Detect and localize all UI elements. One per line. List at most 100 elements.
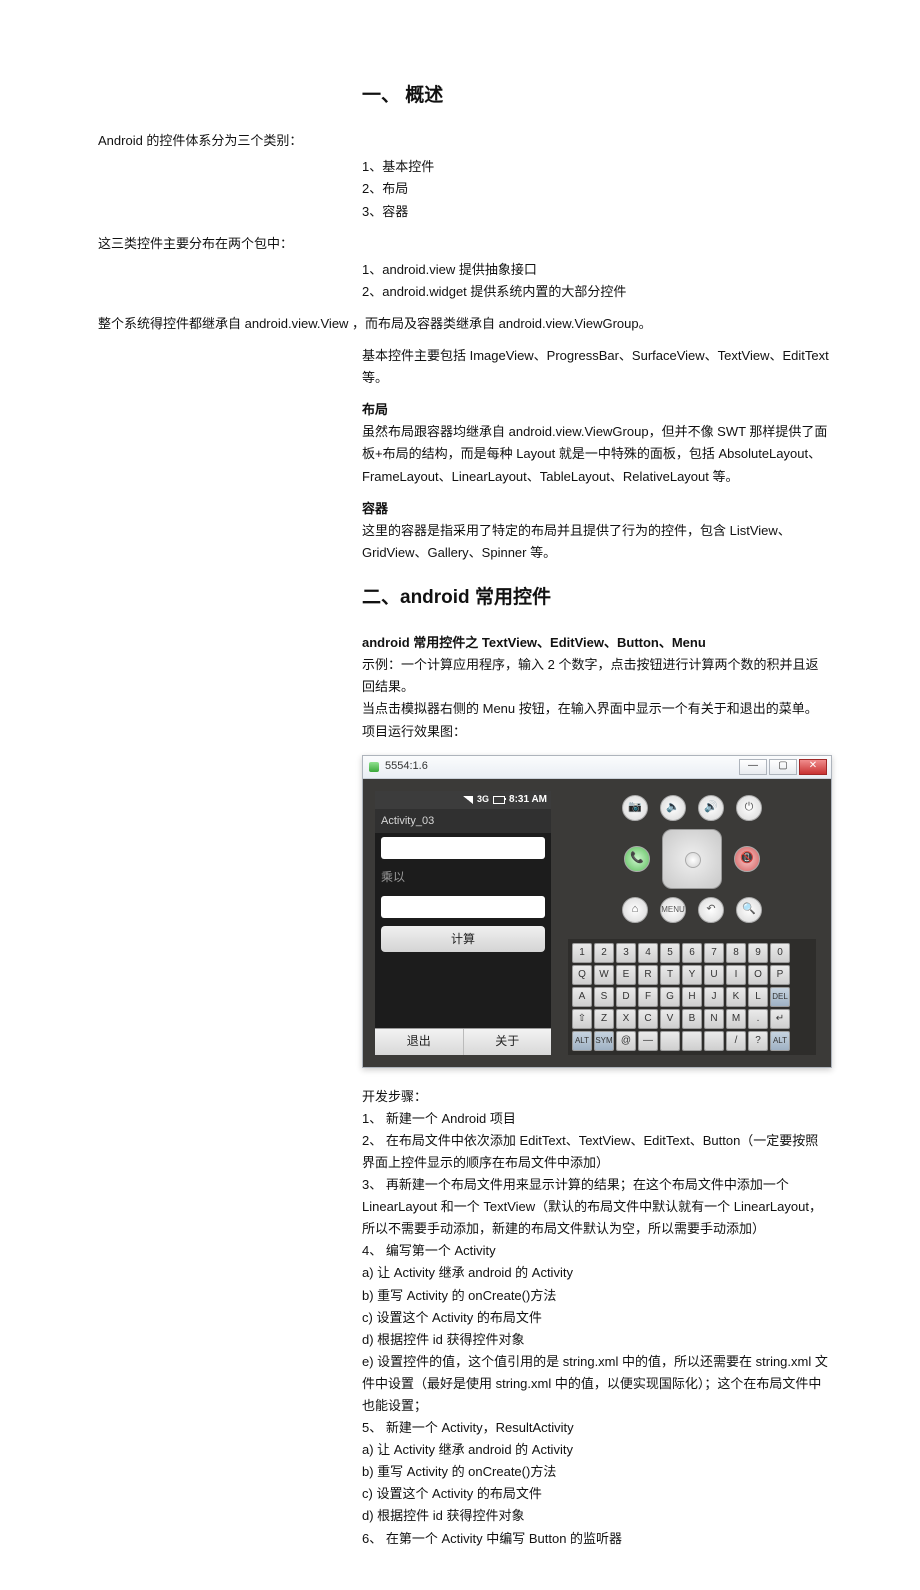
keyboard-key[interactable]: D (616, 987, 636, 1007)
keyboard-key[interactable]: ALT (770, 1031, 790, 1051)
android-icon (369, 762, 379, 772)
signal-icon (463, 796, 473, 804)
dev-step: a) 让 Activity 继承 android 的 Activity (362, 1439, 830, 1461)
keyboard-key[interactable] (704, 1031, 724, 1051)
status-time: 8:31 AM (509, 791, 547, 808)
keyboard-key[interactable] (682, 1031, 702, 1051)
section2-title: 二、android 常用控件 (362, 582, 830, 614)
keyboard-key[interactable]: R (638, 965, 658, 985)
maximize-button[interactable]: ▢ (769, 759, 797, 775)
keyboard-key[interactable]: G (660, 987, 680, 1007)
keyboard-key[interactable]: J (704, 987, 724, 1007)
power-button[interactable]: ⏻ (736, 795, 762, 821)
keyboard-key[interactable]: P (770, 965, 790, 985)
hardware-keyboard: 1234567890 QWERTYUIOP ASDFGHJKLDEL ⇧ZXCVBNM… (568, 939, 816, 1055)
package-1: 1、android.view 提供抽象接口 (362, 259, 830, 281)
keyboard-key[interactable]: SYM (594, 1031, 614, 1051)
dev-steps-title: 开发步骤： (362, 1086, 830, 1108)
vol-up-button[interactable]: 🔊 (698, 795, 724, 821)
keyboard-key[interactable] (660, 1031, 680, 1051)
category-1: 1、基本控件 (362, 156, 830, 178)
dpad[interactable] (662, 829, 722, 889)
keyboard-key[interactable]: 1 (572, 943, 592, 963)
category-3: 3、容器 (362, 201, 830, 223)
category-2: 2、布局 (362, 178, 830, 200)
keyboard-key[interactable]: E (616, 965, 636, 985)
keyboard-key[interactable]: 6 (682, 943, 702, 963)
section2-subtitle: android 常用控件之 TextView、EditView、Button、M… (362, 632, 830, 654)
packages-intro: 这三类控件主要分布在两个包中： (98, 233, 830, 255)
input-number-2[interactable] (381, 896, 545, 918)
close-button[interactable]: ✕ (799, 759, 827, 775)
keyboard-key[interactable]: Q (572, 965, 592, 985)
input-number-1[interactable] (381, 837, 545, 859)
keyboard-key[interactable]: 5 (660, 943, 680, 963)
minimize-button[interactable]: — (739, 759, 767, 775)
keyboard-key[interactable]: 9 (748, 943, 768, 963)
keyboard-key[interactable]: 0 (770, 943, 790, 963)
keyboard-key[interactable]: O (748, 965, 768, 985)
call-button[interactable]: 📞 (624, 846, 650, 872)
search-button[interactable]: 🔍 (736, 897, 762, 923)
menu-about-button[interactable]: 关于 (464, 1029, 552, 1055)
keyboard-key[interactable]: Z (594, 1009, 614, 1029)
keyboard-key[interactable]: X (616, 1009, 636, 1029)
keyboard-key[interactable]: ? (748, 1031, 768, 1051)
keyboard-key[interactable]: K (726, 987, 746, 1007)
keyboard-key[interactable]: — (638, 1031, 658, 1051)
example-line3: 项目运行效果图： (362, 721, 830, 743)
keyboard-key[interactable]: W (594, 965, 614, 985)
inherit-text: 整个系统得控件都继承自 android.view.View ，而布局及容器类继承… (98, 313, 830, 335)
keyboard-key[interactable]: A (572, 987, 592, 1007)
keyboard-key[interactable]: B (682, 1009, 702, 1029)
keyboard-key[interactable]: ALT (572, 1031, 592, 1051)
dev-step: 4、 编写第一个 Activity (362, 1240, 830, 1262)
menu-exit-button[interactable]: 退出 (375, 1029, 464, 1055)
dev-step: 1、 新建一个 Android 项目 (362, 1108, 830, 1130)
keyboard-key[interactable]: 3 (616, 943, 636, 963)
menu-exit-label: 退出 (407, 1031, 431, 1051)
keyboard-key[interactable]: N (704, 1009, 724, 1029)
calculate-button[interactable]: 计算 (381, 926, 545, 952)
home-button[interactable]: ⌂ (622, 897, 648, 923)
vol-down-button[interactable]: 🔈 (660, 795, 686, 821)
keyboard-key[interactable]: T (660, 965, 680, 985)
dev-step: c) 设置这个 Activity 的布局文件 (362, 1483, 830, 1505)
keyboard-key[interactable]: V (660, 1009, 680, 1029)
keyboard-key[interactable]: . (748, 1009, 768, 1029)
dev-step: a) 让 Activity 继承 android 的 Activity (362, 1262, 830, 1284)
dev-steps-list: 1、 新建一个 Android 项目2、 在布局文件中依次添加 EditText… (362, 1108, 830, 1550)
menu-about-label: 关于 (495, 1031, 519, 1051)
keyboard-key[interactable]: @ (616, 1031, 636, 1051)
keyboard-key[interactable]: S (594, 987, 614, 1007)
keyboard-key[interactable]: ↵ (770, 1009, 790, 1029)
keyboard-key[interactable]: ⇧ (572, 1009, 592, 1029)
keyboard-key[interactable]: H (682, 987, 702, 1007)
back-button[interactable]: ↶ (698, 897, 724, 923)
dev-step: b) 重写 Activity 的 onCreate()方法 (362, 1461, 830, 1483)
keyboard-key[interactable]: / (726, 1031, 746, 1051)
phone-content: 乘以 计算 (375, 833, 551, 1027)
keyboard-key[interactable]: L (748, 987, 768, 1007)
keyboard-key[interactable]: C (638, 1009, 658, 1029)
keyboard-key[interactable]: I (726, 965, 746, 985)
keyboard-key[interactable]: M (726, 1009, 746, 1029)
end-call-button[interactable]: 📵 (734, 846, 760, 872)
container-heading: 容器 (362, 498, 830, 520)
keyboard-key[interactable]: 4 (638, 943, 658, 963)
example-line1: 示例：一个计算应用程序，输入 2 个数字，点击按钮进行计算两个数的积并且返回结果… (362, 654, 830, 698)
keyboard-key[interactable]: Y (682, 965, 702, 985)
keyboard-key[interactable]: DEL (770, 987, 790, 1007)
emulator-container: 5554:1.6 — ▢ ✕ 3G 8:31 AM (362, 755, 830, 1068)
keyboard-key[interactable]: 8 (726, 943, 746, 963)
keyboard-key[interactable]: F (638, 987, 658, 1007)
battery-icon (493, 796, 505, 804)
keyboard-key[interactable]: U (704, 965, 724, 985)
phone-menu: 退出 关于 (375, 1028, 551, 1055)
phone-frame: 3G 8:31 AM Activity_03 乘以 计算 退出 (375, 791, 551, 1055)
keyboard-key[interactable]: 7 (704, 943, 724, 963)
example-line2: 当点击模拟器右侧的 Menu 按钮，在输入界面中显示一个有关于和退出的菜单。 (362, 698, 830, 720)
menu-button[interactable]: MENU (660, 897, 686, 923)
keyboard-key[interactable]: 2 (594, 943, 614, 963)
camera-button[interactable]: 📷 (622, 795, 648, 821)
